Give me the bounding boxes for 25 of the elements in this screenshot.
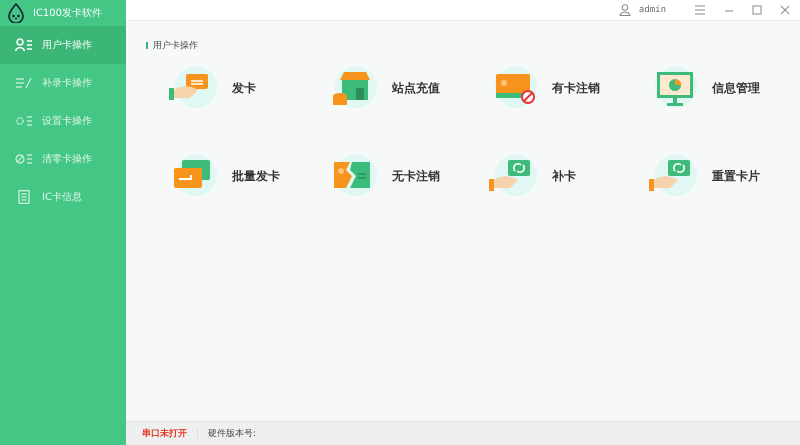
port-status: 串口未打开 [142,427,187,440]
action-label[interactable]: 信息管理 [712,80,760,96]
section-title: 用户卡操作 [153,40,198,52]
person-list-icon [15,38,33,52]
action-label[interactable]: 补卡 [552,168,576,184]
user-name[interactable]: admin [638,5,666,15]
gear-list-icon [15,114,33,128]
drop-logo-icon [7,3,25,23]
user-icon[interactable] [618,4,631,16]
action-label[interactable]: 无卡注销 [392,168,440,184]
action-label[interactable]: 站点充值 [392,80,440,96]
app-title: IC100发卡软件 [33,6,102,20]
action-label[interactable]: 发卡 [232,80,256,96]
firmware-version-label: 硬件版本号: [208,428,256,440]
action-label[interactable]: 重置卡片 [712,168,760,184]
action-label[interactable]: 有卡注销 [552,80,600,96]
maximize-icon[interactable] [752,5,762,15]
card-hand-icon[interactable] [168,66,218,110]
hand-card-icon[interactable] [488,154,538,198]
close-icon[interactable] [780,5,790,15]
list-pencil-icon [15,76,33,90]
action-label[interactable]: 批量发卡 [232,168,280,184]
hand-card-icon[interactable] [648,154,698,198]
menu-icon[interactable] [694,5,706,15]
clear-list-icon [15,152,33,166]
